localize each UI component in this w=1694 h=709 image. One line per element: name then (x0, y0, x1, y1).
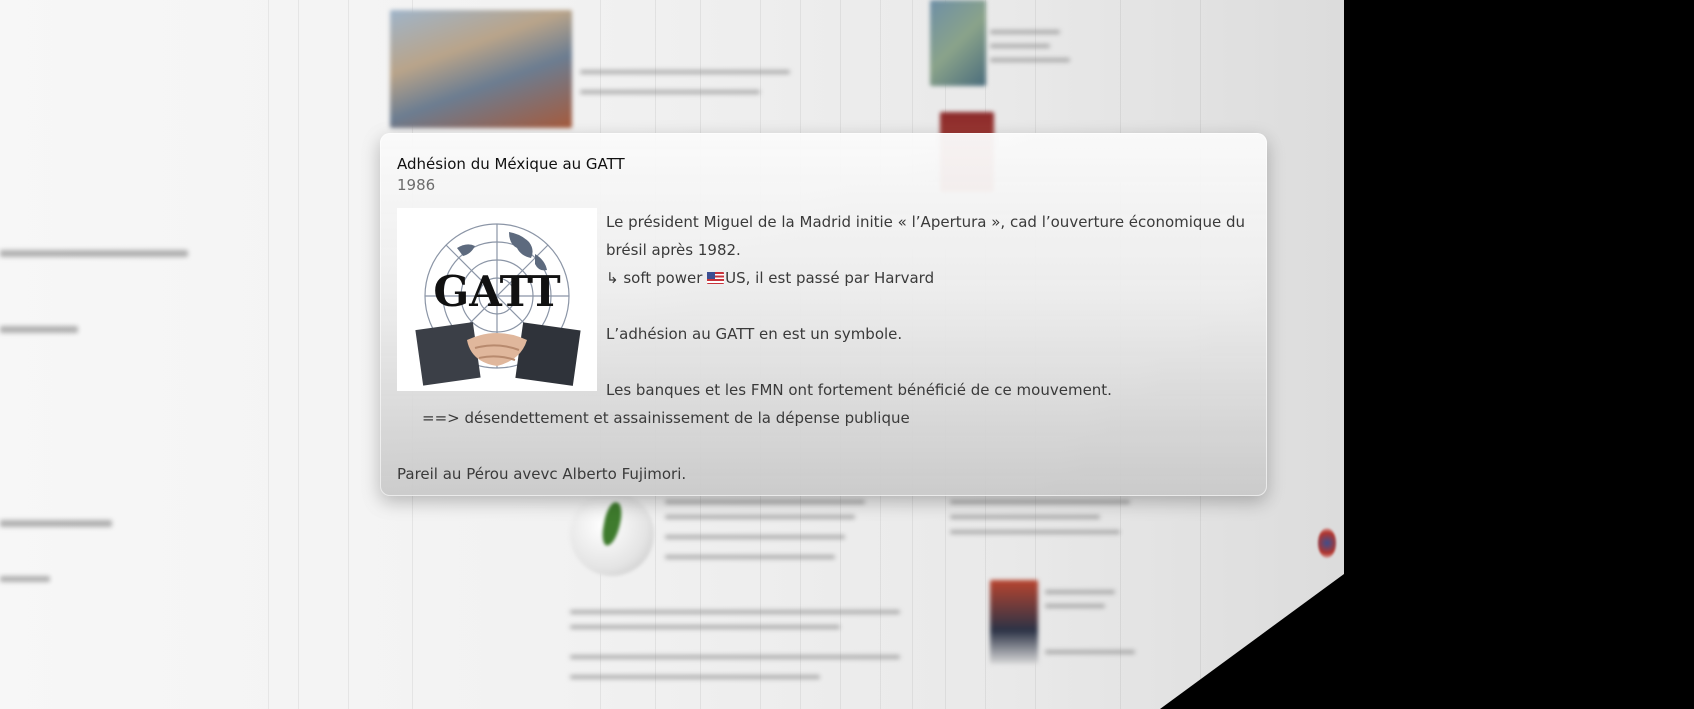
blurred-seal-icon (1318, 528, 1336, 558)
gatt-logo-image: GATT (397, 208, 597, 391)
us-flag-icon (707, 272, 725, 284)
text-line-2-suffix: US, il est passé par Harvard (725, 269, 935, 287)
text-line-6: Pareil au Pérou avevc Alberto Fujimori. (397, 465, 687, 483)
blurred-portrait-photo (990, 580, 1038, 664)
event-popup-card[interactable]: Adhésion du Méxique au GATT 1986 GATT Le… (380, 133, 1267, 496)
blurred-landscape-photo (930, 0, 986, 86)
blurred-city-photo (390, 10, 572, 128)
text-line-2-prefix: ↳ soft power (606, 269, 708, 287)
gatt-logo-text: GATT (433, 267, 560, 316)
text-line-5: ==> désendettement et assainissement de … (422, 409, 910, 427)
blurred-globe-image (570, 492, 654, 576)
event-title: Adhésion du Méxique au GATT (397, 155, 625, 173)
event-year: 1986 (397, 176, 436, 194)
event-body: GATT Le président Miguel de la Madrid in… (397, 208, 1250, 488)
